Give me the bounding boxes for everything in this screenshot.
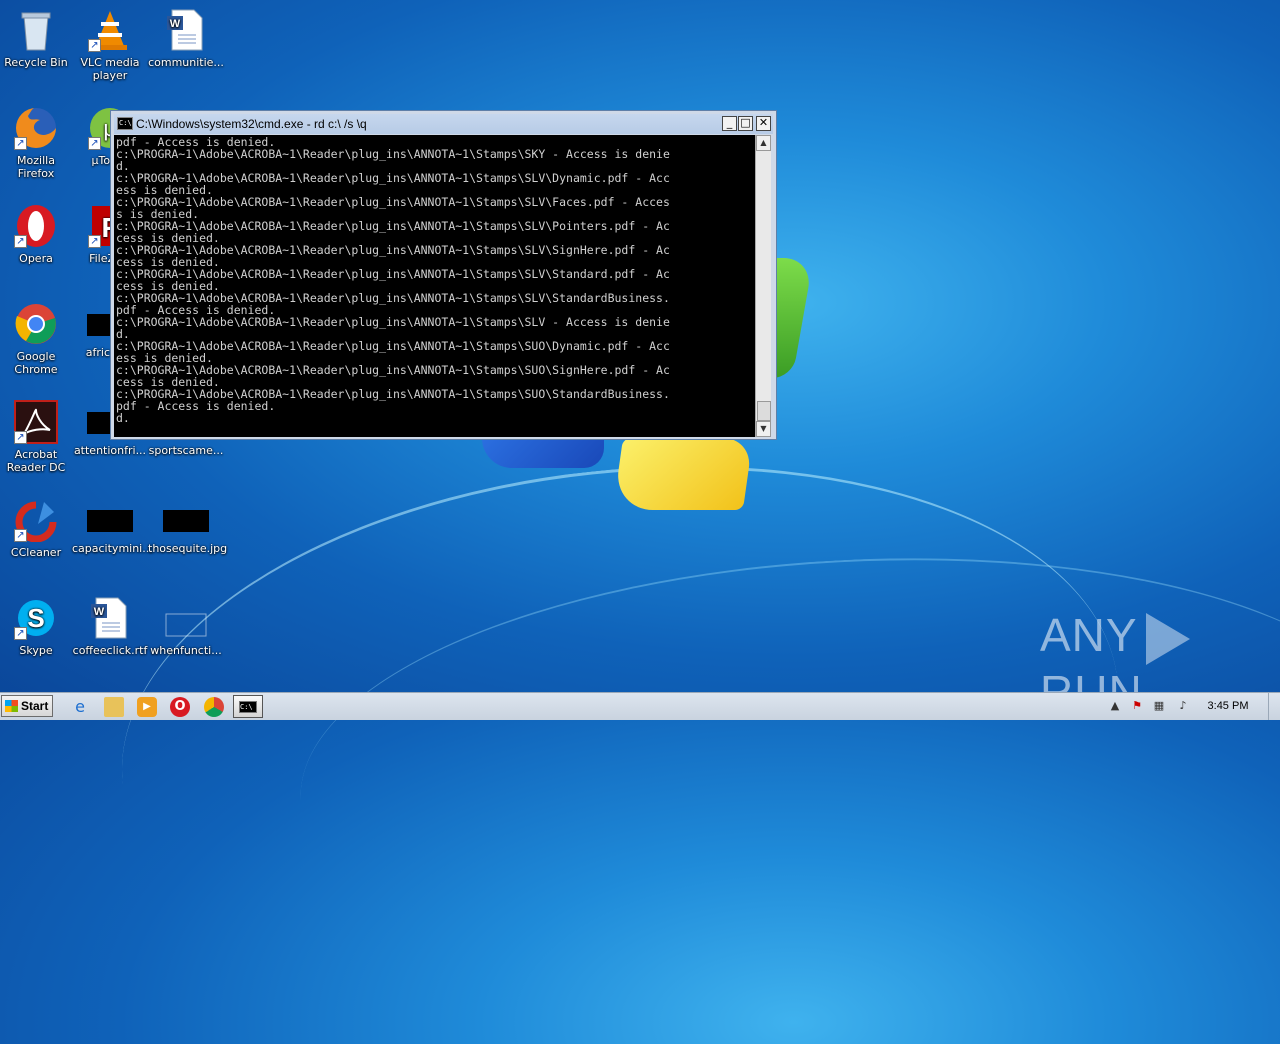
taskbar-cmd-button[interactable]: C:\ (233, 695, 263, 718)
svg-text:W: W (170, 18, 181, 30)
desktop-icon-label: Recycle Bin (4, 56, 68, 69)
word-document-icon: W (88, 596, 132, 640)
desktop-icon-ccleaner[interactable]: ↗ CCleaner (0, 498, 74, 559)
desktop-icon-opera[interactable]: ↗ Opera (0, 204, 74, 265)
window-titlebar[interactable]: C:\ C:\Windows\system32\cmd.exe - rd c:\… (114, 114, 773, 134)
start-button[interactable]: Start (1, 695, 53, 717)
desktop-icon-label: Mozilla Firefox (17, 154, 55, 180)
opera-icon: ↗ (14, 204, 58, 248)
desktop-icon-label: VLC media player (80, 56, 140, 82)
desktop-icon-label: attentionfri... (73, 444, 147, 457)
wallpaper-swoosh (95, 419, 1145, 1044)
acrobat-reader-icon: ↗ (14, 400, 58, 444)
vertical-scrollbar[interactable]: ▲ ▼ (755, 135, 771, 437)
desktop-icon-vlc[interactable]: ↗ VLC media player (72, 8, 148, 82)
wallpaper-logo-blue (482, 438, 604, 468)
desktop-icon-firefox[interactable]: ↗ Mozilla Firefox (0, 106, 74, 180)
volume-icon[interactable]: ♪ (1176, 699, 1190, 713)
desktop-icon-label: Google Chrome (14, 350, 58, 376)
play-icon (1145, 612, 1190, 665)
scroll-down-arrow-icon[interactable]: ▼ (756, 421, 771, 437)
cmd-icon: C:\ (239, 701, 257, 713)
start-label: Start (21, 699, 49, 713)
desktop-icon-label: thosequite.jpg (148, 542, 228, 555)
shortcut-arrow-icon: ↗ (88, 137, 101, 150)
desktop-icon-label: coffeeclick.rtf (72, 644, 148, 657)
desktop-icon-label: Skype (19, 644, 53, 657)
desktop-icon-word-doc[interactable]: W coffeeclick.rtf (72, 596, 148, 657)
chrome-taskbar-icon[interactable] (204, 697, 224, 717)
minimize-button[interactable]: _ (722, 116, 737, 131)
taskbar-clock[interactable]: 3:45 PM (1200, 700, 1256, 712)
taskbar: Start e ▶ O C:\ ▲ ⚑ ▦ ♪ 3:45 PM (0, 692, 1280, 720)
firefox-icon: ↗ (14, 106, 58, 150)
recycle-bin-icon (14, 8, 58, 52)
svg-text:S: S (27, 603, 44, 633)
desktop-icon-chrome[interactable]: Google Chrome (0, 302, 74, 376)
desktop-icon-file[interactable]: capacitymini... (72, 498, 153, 555)
desktop-icon-label: communitie... (148, 56, 224, 69)
network-icon[interactable]: ▦ (1152, 699, 1166, 713)
shortcut-arrow-icon: ↗ (14, 529, 27, 542)
wallpaper-logo-yellow (612, 438, 754, 510)
skype-icon: S ↗ (14, 596, 58, 640)
wallpaper-swoosh (289, 531, 1280, 1011)
chrome-icon (14, 302, 58, 346)
media-player-icon[interactable]: ▶ (137, 697, 157, 717)
cmd-window[interactable]: C:\ C:\Windows\system32\cmd.exe - rd c:\… (110, 110, 777, 440)
show-desktop-button[interactable] (1268, 693, 1280, 720)
desktop-icon-word-doc[interactable]: W communitie... (148, 8, 224, 69)
scroll-up-arrow-icon[interactable]: ▲ (756, 135, 771, 151)
shortcut-arrow-icon: ↗ (88, 235, 101, 248)
shortcut-arrow-icon: ↗ (14, 137, 27, 150)
desktop-icon-label: sportscame... (148, 444, 224, 457)
desktop-icon-acrobat[interactable]: ↗ Acrobat Reader DC (0, 400, 74, 474)
file-explorer-icon[interactable] (104, 697, 124, 717)
ccleaner-icon: ↗ (14, 498, 58, 543)
shortcut-arrow-icon: ↗ (88, 39, 101, 52)
windows-logo-icon (5, 700, 18, 712)
shortcut-arrow-icon: ↗ (14, 431, 27, 444)
desktop-icon-skype[interactable]: S ↗ Skype (0, 596, 74, 657)
watermark-text-left: ANY (1040, 609, 1138, 661)
show-hidden-icons-chevron-icon[interactable]: ▲ (1108, 699, 1122, 713)
scroll-thumb[interactable] (757, 401, 771, 421)
window-title: C:\Windows\system32\cmd.exe - rd c:\ /s … (136, 117, 367, 131)
desktop-icon-file[interactable]: thosequite.jpg (148, 498, 228, 555)
desktop-icon-label: Acrobat Reader DC (6, 448, 66, 474)
desktop-icon-label: whenfuncti... (150, 644, 222, 657)
desktop-icon-label: capacitymini... (72, 542, 153, 555)
word-document-icon: W (164, 8, 208, 52)
close-button[interactable]: ✕ (756, 116, 771, 131)
file-thumbnail-icon (87, 510, 133, 532)
action-center-flag-icon[interactable]: ⚑ (1130, 699, 1144, 713)
file-thumbnail-icon (163, 510, 209, 532)
blank-file-icon (164, 596, 208, 640)
shortcut-arrow-icon: ↗ (14, 235, 27, 248)
opera-taskbar-icon[interactable]: O (170, 697, 190, 717)
console-output[interactable]: pdf - Access is denied. c:\PROGRA~1\Adob… (114, 135, 755, 437)
maximize-button[interactable]: □ (738, 116, 753, 131)
desktop-icon-file[interactable]: whenfuncti... (148, 596, 224, 657)
desktop-icon-label: CCleaner (10, 546, 62, 559)
internet-explorer-icon[interactable]: e (70, 697, 90, 717)
svg-text:W: W (94, 606, 105, 618)
vlc-cone-icon: ↗ (88, 8, 132, 52)
console-text: pdf - Access is denied. c:\PROGRA~1\Adob… (116, 135, 670, 425)
desktop-icon-recycle-bin[interactable]: Recycle Bin (0, 8, 74, 69)
cmd-icon: C:\ (117, 117, 133, 130)
shortcut-arrow-icon: ↗ (14, 627, 27, 640)
desktop-icon-label: Opera (19, 252, 53, 265)
